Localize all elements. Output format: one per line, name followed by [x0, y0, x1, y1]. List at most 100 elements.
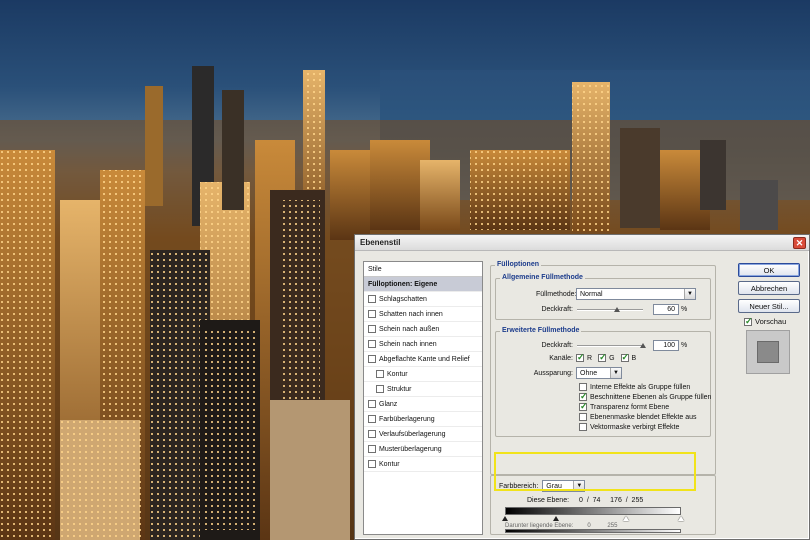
advanced-option[interactable]: Interne Effekte als Gruppe füllen — [579, 382, 711, 392]
new-style-button[interactable]: Neuer Stil... — [738, 299, 800, 313]
style-item-checkbox[interactable] — [368, 340, 376, 348]
ok-button[interactable]: OK — [738, 263, 800, 277]
channel-toggle[interactable]: B — [620, 352, 636, 363]
style-item-checkbox[interactable] — [368, 445, 376, 453]
this-layer-black-split-slider[interactable] — [553, 516, 559, 521]
this-layer-white-split-slider[interactable] — [623, 516, 629, 521]
preview-toggle[interactable]: Vorschau — [744, 316, 802, 327]
advanced-option-checkbox[interactable] — [579, 413, 587, 421]
advanced-option-label: Ebenenmaske blendet Effekte aus — [590, 413, 697, 421]
fill-opacity-label: Deckkraft: — [541, 342, 573, 349]
channel-toggle[interactable]: G — [598, 352, 615, 363]
style-item[interactable]: Schatten nach innen — [364, 307, 482, 322]
style-item[interactable]: Abgeflachte Kante und Relief — [364, 352, 482, 367]
opacity-label: Deckkraft: — [541, 306, 573, 313]
channel-toggle[interactable]: R — [576, 352, 593, 363]
preview-label: Vorschau — [755, 317, 787, 326]
style-item-checkbox[interactable] — [368, 400, 376, 408]
fill-opacity-slider-thumb[interactable] — [640, 342, 646, 348]
style-item-checkbox[interactable] — [376, 370, 384, 378]
this-layer-white-slider[interactable] — [678, 516, 684, 521]
style-item[interactable]: Struktur — [364, 382, 482, 397]
opacity-value: 60 — [667, 306, 675, 313]
blending-options-group: Fülloptionen Allgemeine Füllmethode Füll… — [490, 261, 716, 475]
style-item[interactable]: Farbüberlagerung — [364, 412, 482, 427]
advanced-option-checkbox[interactable] — [579, 401, 588, 412]
knockout-select[interactable]: Ohne ▼ — [576, 367, 622, 379]
preview-checkbox[interactable] — [744, 316, 753, 327]
style-item[interactable]: Fülloptionen: Eigene — [364, 277, 482, 292]
dialog-actions: OK Abbrechen Neuer Stil... Vorschau — [738, 263, 802, 374]
style-item-checkbox[interactable] — [368, 355, 376, 363]
style-item[interactable]: Verlaufsüberlagerung — [364, 427, 482, 442]
style-item-label: Schein nach außen — [379, 325, 440, 333]
advanced-option-checkbox[interactable] — [579, 391, 588, 402]
channel-label: G — [609, 354, 615, 362]
style-item[interactable]: Glanz — [364, 397, 482, 412]
style-item[interactable]: Schein nach innen — [364, 337, 482, 352]
channel-checkbox[interactable] — [598, 352, 607, 363]
advanced-option-label: Transparenz formt Ebene — [590, 403, 670, 411]
style-item-label: Verlaufsüberlagerung — [379, 430, 446, 438]
styles-header[interactable]: Stile — [364, 262, 482, 277]
channel-checkbox[interactable] — [620, 352, 629, 363]
style-item-checkbox[interactable] — [368, 430, 376, 438]
chevron-down-icon: ▼ — [610, 368, 621, 378]
general-blending-group: Allgemeine Füllmethode Füllmethode: Norm… — [495, 274, 711, 320]
this-layer-gradient — [505, 507, 681, 515]
advanced-option[interactable]: Beschnittene Ebenen als Gruppe füllen — [579, 391, 712, 402]
fill-opacity-input[interactable]: 100 — [653, 340, 679, 351]
advanced-option[interactable]: Ebenenmaske blendet Effekte aus — [579, 412, 711, 422]
channel-label: R — [587, 354, 593, 362]
advanced-option-label: Interne Effekte als Gruppe füllen — [590, 383, 691, 391]
advanced-option-label: Beschnittene Ebenen als Gruppe füllen — [590, 393, 712, 401]
style-item[interactable]: Kontur — [364, 457, 482, 472]
style-item[interactable]: Musterüberlagerung — [364, 442, 482, 457]
style-item-label: Schlagschatten — [379, 295, 427, 303]
underlying-layer-gradient — [505, 529, 681, 533]
close-button[interactable]: ✕ — [793, 237, 806, 249]
dialog-title: Ebenenstil — [360, 238, 401, 247]
style-item-checkbox[interactable] — [368, 460, 376, 468]
style-item-label: Struktur — [387, 385, 412, 393]
opacity-unit: % — [681, 306, 688, 313]
fill-opacity-unit: % — [681, 342, 688, 349]
style-item-checkbox[interactable] — [368, 415, 376, 423]
fill-opacity-value: 100 — [663, 342, 675, 349]
advanced-option[interactable]: Vektormaske verbirgt Effekte — [579, 422, 711, 432]
style-item-label: Musterüberlagerung — [379, 445, 442, 453]
knockout-value: Ohne — [580, 369, 598, 377]
style-item-checkbox[interactable] — [368, 295, 376, 303]
style-item[interactable]: Schein nach außen — [364, 322, 482, 337]
advanced-option[interactable]: Transparenz formt Ebene — [579, 401, 711, 412]
advanced-option-checkbox[interactable] — [579, 383, 587, 391]
preview-swatch — [757, 341, 779, 363]
this-layer-label: Diese Ebene: — [527, 497, 570, 504]
advanced-option-checkbox[interactable] — [579, 423, 587, 431]
style-item-label: Schein nach innen — [379, 340, 437, 348]
style-item-label: Abgeflachte Kante und Relief — [379, 355, 470, 363]
blend-mode-select[interactable]: Normal ▼ — [576, 288, 696, 300]
style-item-checkbox[interactable] — [368, 325, 376, 333]
this-layer-black-slider[interactable] — [502, 516, 508, 521]
blending-options-title: Fülloptionen — [495, 261, 541, 268]
style-item-label: Farbüberlagerung — [379, 415, 435, 423]
opacity-input[interactable]: 60 — [653, 304, 679, 315]
advanced-option-label: Vektormaske verbirgt Effekte — [590, 423, 680, 431]
cancel-button[interactable]: Abbrechen — [738, 281, 800, 295]
style-item-checkbox[interactable] — [368, 310, 376, 318]
advanced-blending-title: Erweiterte Füllmethode — [500, 327, 582, 334]
style-item-checkbox[interactable] — [376, 385, 384, 393]
advanced-option-list: Interne Effekte als Gruppe füllen Beschni… — [579, 382, 711, 432]
general-blending-title: Allgemeine Füllmethode — [500, 274, 585, 281]
dialog-titlebar[interactable]: Ebenenstil — [355, 235, 809, 251]
fill-opacity-slider[interactable] — [577, 342, 646, 349]
blend-mode-value: Normal — [580, 290, 603, 298]
style-item[interactable]: Schlagschatten — [364, 292, 482, 307]
opacity-slider-thumb[interactable] — [613, 306, 620, 312]
channel-checkbox[interactable] — [576, 352, 585, 363]
fill-opacity-slider-track — [577, 344, 643, 347]
style-item[interactable]: Kontur — [364, 367, 482, 382]
opacity-slider[interactable] — [577, 306, 643, 313]
style-item-label: Kontur — [379, 460, 400, 468]
